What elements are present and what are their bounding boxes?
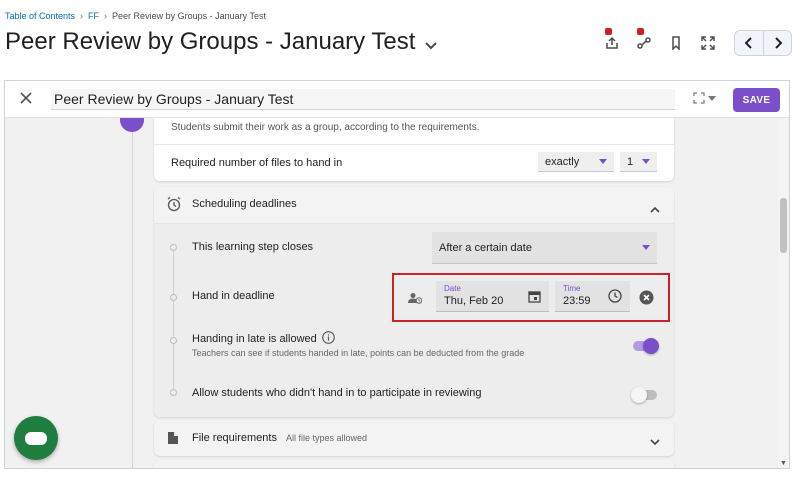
chevron-down-icon — [599, 159, 607, 164]
toggle-knob — [643, 338, 659, 354]
select-value: 1 — [627, 155, 634, 168]
close-icon[interactable] — [19, 91, 35, 107]
notification-badge — [605, 28, 612, 35]
late-allowed-text: Handing in late is allowed — [192, 333, 317, 345]
required-files-mode-select[interactable]: exactly — [538, 152, 614, 172]
file-requirements-title: File requirements — [192, 432, 277, 444]
chat-bubble-icon — [25, 431, 47, 445]
late-allowed-description: Teachers can see if students handed in l… — [192, 348, 525, 358]
chevron-down-icon — [642, 245, 650, 250]
export-icon[interactable] — [596, 28, 628, 54]
divider — [154, 144, 674, 145]
review-participation-label: Allow students who didn't hand in to par… — [192, 387, 482, 399]
scheduling-title: Scheduling deadlines — [192, 198, 297, 210]
submission-card: Students submit their work as a group, a… — [154, 118, 674, 181]
bookmark-icon[interactable] — [660, 32, 692, 54]
closes-label: This learning step closes — [192, 241, 314, 253]
chevron-up-icon[interactable] — [650, 200, 660, 218]
assignment-title-input[interactable] — [51, 89, 675, 110]
alarm-clock-icon — [166, 196, 182, 217]
timeline-line — [132, 118, 133, 468]
chevron-down-icon — [425, 37, 438, 53]
deadline-highlight-box — [392, 273, 670, 322]
file-requirements-card[interactable]: File requirements All file types allowed — [154, 420, 674, 456]
scrollbar-thumb[interactable] — [780, 198, 787, 253]
timeline-dot — [170, 337, 177, 344]
breadcrumb-link-toc[interactable]: Table of Contents — [5, 11, 75, 21]
breadcrumb-separator: › — [80, 11, 84, 21]
breadcrumb-link-ff[interactable]: FF — [88, 11, 99, 21]
next-topic-button[interactable] — [763, 31, 791, 55]
step-marker — [120, 118, 144, 132]
toggle-knob — [631, 387, 647, 403]
review-participation-toggle[interactable] — [631, 387, 657, 403]
closes-select[interactable]: After a certain date — [432, 232, 657, 264]
expand-icon — [693, 92, 705, 104]
breadcrumb-current: Peer Review by Groups - January Test — [112, 11, 266, 21]
required-files-label: Required number of files to hand in — [171, 157, 343, 169]
submission-description: Students submit their work as a group, a… — [171, 122, 480, 133]
timeline-dot — [170, 389, 177, 396]
hand-in-deadline-label: Hand in deadline — [192, 290, 275, 302]
chevron-down-icon — [642, 159, 650, 164]
timeline-dot — [170, 294, 177, 301]
page-title-menu[interactable]: Peer Review by Groups - January Test — [5, 28, 438, 56]
chevron-down-icon — [708, 95, 716, 101]
breadcrumb: Table of Contents › FF › Peer Review by … — [5, 11, 266, 21]
page-title: Peer Review by Groups - January Test — [5, 28, 416, 55]
scrollbar[interactable]: ▼ — [778, 118, 789, 468]
select-value: After a certain date — [439, 241, 532, 254]
late-allowed-label: Handing in late is allowed — [192, 331, 335, 347]
edit-assignment-dialog: SAVE Students submit their work as a gro… — [4, 80, 790, 469]
top-toolbar — [596, 28, 724, 54]
timeline-dot — [170, 244, 177, 251]
late-allowed-toggle[interactable] — [633, 338, 659, 354]
dialog-header: SAVE — [5, 81, 789, 118]
previous-topic-button[interactable] — [735, 31, 763, 55]
fullscreen-icon[interactable] — [692, 32, 724, 54]
required-files-count-select[interactable]: 1 — [620, 152, 657, 172]
notification-badge — [637, 28, 644, 35]
timeline-line — [173, 244, 174, 392]
file-icon — [167, 431, 179, 450]
scroll-down-arrow-icon[interactable]: ▼ — [780, 460, 787, 467]
chat-button[interactable] — [14, 416, 58, 460]
fullscreen-menu[interactable] — [693, 92, 716, 104]
chevron-down-icon[interactable] — [650, 433, 660, 451]
share-icon[interactable] — [628, 28, 660, 54]
breadcrumb-separator: › — [104, 11, 108, 21]
topic-navigation — [734, 30, 792, 56]
next-section-card — [154, 460, 674, 468]
file-requirements-summary: All file types allowed — [286, 433, 368, 443]
select-value: exactly — [545, 155, 580, 168]
save-button[interactable]: SAVE — [733, 88, 780, 112]
info-icon[interactable] — [321, 331, 335, 347]
scheduling-header[interactable]: Scheduling deadlines — [154, 187, 674, 224]
